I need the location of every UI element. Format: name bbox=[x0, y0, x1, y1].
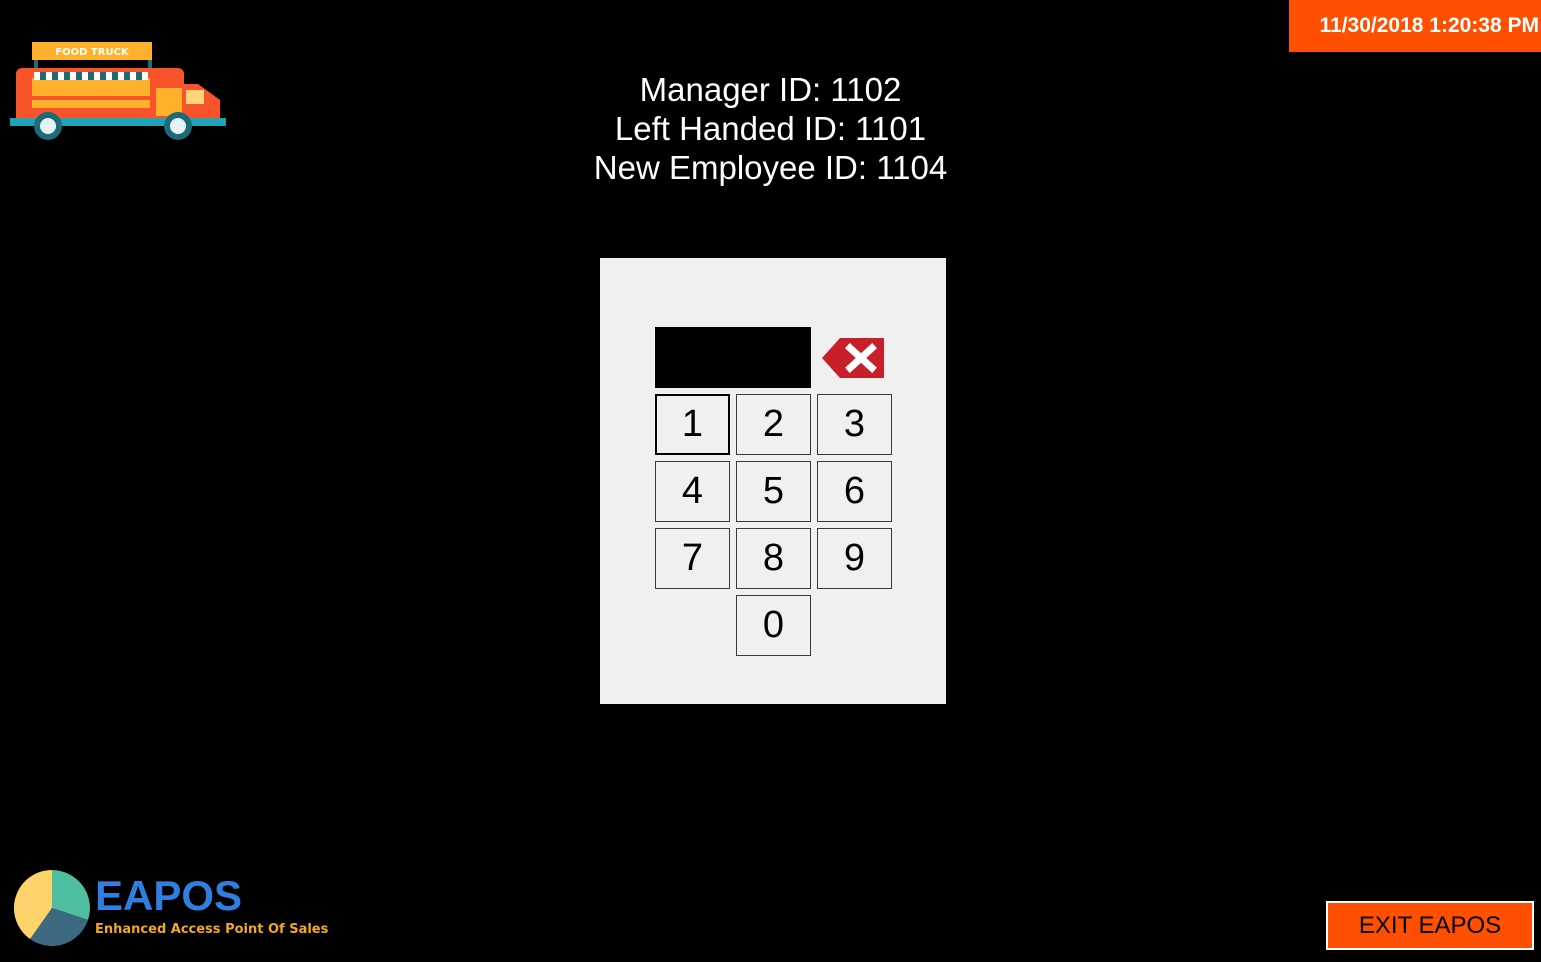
keypad-key-8[interactable]: 8 bbox=[736, 528, 811, 589]
keypad-key-7[interactable]: 7 bbox=[655, 528, 730, 589]
pin-keypad-panel: 1 2 3 4 5 6 7 8 9 0 bbox=[600, 258, 946, 704]
eapos-brand: EAPOS Enhanced Access Point Of Sales bbox=[12, 868, 332, 952]
login-screen: FOOD TRUCK 11/30/2018 1:20:38 PM Manager… bbox=[0, 0, 1541, 962]
keypad-key-3[interactable]: 3 bbox=[817, 394, 892, 455]
exit-eapos-button[interactable]: EXIT EAPOS bbox=[1326, 901, 1534, 950]
keypad-key-9[interactable]: 9 bbox=[817, 528, 892, 589]
keypad-key-5[interactable]: 5 bbox=[736, 461, 811, 522]
keypad-key-1[interactable]: 1 bbox=[655, 394, 730, 455]
manager-id-text: Manager ID: 1102 bbox=[639, 71, 902, 108]
brand-tagline: Enhanced Access Point Of Sales bbox=[95, 922, 329, 937]
id-info: Manager ID: 1102 Left Handed ID: 1101 Ne… bbox=[0, 70, 1541, 187]
keypad-key-6[interactable]: 6 bbox=[817, 461, 892, 522]
keypad-key-4[interactable]: 4 bbox=[655, 461, 730, 522]
backspace-x-icon[interactable] bbox=[822, 336, 886, 380]
brand-name: EAPOS bbox=[95, 872, 243, 919]
keypad-key-2[interactable]: 2 bbox=[736, 394, 811, 455]
new-employee-id-text: New Employee ID: 1104 bbox=[593, 149, 948, 186]
pin-input[interactable] bbox=[655, 327, 811, 388]
pie-chart-logo-icon bbox=[13, 870, 90, 946]
datetime-display: 11/30/2018 1:20:38 PM bbox=[1289, 0, 1541, 52]
left-handed-id-text: Left Handed ID: 1101 bbox=[614, 110, 927, 147]
keypad-key-0[interactable]: 0 bbox=[736, 595, 811, 656]
logo-sign-text: FOOD TRUCK bbox=[55, 47, 130, 58]
